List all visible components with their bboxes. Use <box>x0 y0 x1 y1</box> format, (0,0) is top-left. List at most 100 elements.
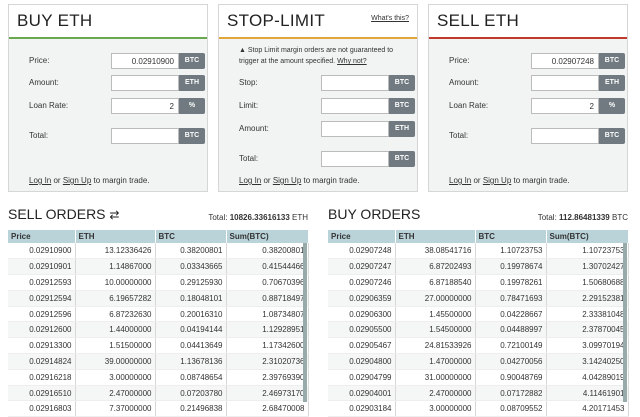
buy-signup-link[interactable]: Sign Up <box>63 176 91 185</box>
sell-loan-input[interactable]: 2 <box>531 98 599 114</box>
table-cell: 0.04228667 <box>475 306 547 323</box>
table-cell: 0.02905467 <box>328 337 396 355</box>
sell-orders-scrollbar[interactable] <box>303 243 307 402</box>
table-row[interactable]: 0.02906300 1.45500000 0.04228667 2.33381048 <box>328 306 629 323</box>
buy-price-input[interactable]: 0.02910900 <box>111 53 179 69</box>
table-row[interactable]: 0.02916510 2.47000000 0.07203780 2.46973170 <box>8 385 309 402</box>
table-row[interactable]: 0.02916803 7.37000000 0.21496838 2.68470008 <box>8 400 309 417</box>
stop-stop-unit: BTC <box>389 75 415 91</box>
sell-signup-link[interactable]: Sign Up <box>483 176 511 185</box>
table-cell: 24.81533926 <box>395 337 476 355</box>
buy-price-row: Price: 0.02910900 BTC <box>29 53 207 69</box>
buy-loan-input[interactable]: 2 <box>111 98 179 114</box>
table-cell: 0.07203780 <box>155 385 227 402</box>
table-row[interactable]: 0.02910900 13.12336426 0.38200801 0.3820080… <box>8 243 309 260</box>
buy-total-unit: BTC <box>179 128 205 144</box>
table-cell: 6.87202493 <box>395 258 476 276</box>
table-cell: 0.02906359 <box>328 290 396 307</box>
table-cell: 0.02910900 <box>8 243 76 260</box>
col-btc: BTC <box>155 230 227 243</box>
sell-total-input[interactable] <box>531 128 599 144</box>
table-cell: 2.29152381 <box>546 290 629 307</box>
table-cell: 1.08734807 <box>226 306 309 323</box>
table-row[interactable]: 0.02912594 6.19657282 0.18048101 0.88718497 <box>8 290 309 307</box>
table-cell: 1.10723753 <box>475 243 547 260</box>
swap-icon[interactable]: ⇄ <box>109 208 119 222</box>
buy-or-text: or <box>51 176 63 185</box>
table-row[interactable]: 0.02916218 3.00000000 0.08748654 2.39769390 <box>8 369 309 386</box>
stop-limit-row: Limit: BTC <box>239 98 417 114</box>
whats-this-link[interactable]: What's this? <box>371 15 409 22</box>
stop-login-link[interactable]: Log In <box>239 176 261 185</box>
table-cell: 13.12336426 <box>75 243 156 260</box>
buy-orders-title: BUY ORDERS <box>328 206 421 222</box>
sell-suffix-text: to margin trade. <box>511 176 570 185</box>
stop-or-text: or <box>261 176 273 185</box>
table-cell: 0.02906300 <box>328 306 396 323</box>
table-cell: 0.04270056 <box>475 353 547 370</box>
sell-or-text: or <box>471 176 483 185</box>
table-cell: 38.08541716 <box>395 243 476 260</box>
sell-amount-input[interactable] <box>531 75 599 91</box>
buy-loan-unit: % <box>179 98 205 114</box>
table-cell: 0.03343665 <box>155 258 227 276</box>
table-cell: 0.19978261 <box>475 274 547 291</box>
buy-amount-label: Amount: <box>29 78 59 87</box>
sell-title: SELL ETH <box>437 11 520 30</box>
table-cell: 0.90048769 <box>475 369 547 386</box>
table-cell: 31.00000000 <box>395 369 476 386</box>
table-cell: 0.02916510 <box>8 385 76 402</box>
table-cell: 0.02910901 <box>8 258 76 276</box>
stop-total-input[interactable] <box>321 151 389 167</box>
table-row[interactable]: 0.02907247 6.87202493 0.19978674 1.30702427 <box>328 258 629 276</box>
buy-orders-table: Price ETH BTC Sum(BTC) 0.02907248 38.0854… <box>328 230 629 417</box>
buy-loan-label: Loan Rate: <box>29 101 69 110</box>
buy-orders-scrollbar[interactable] <box>623 243 627 402</box>
buy-login-link[interactable]: Log In <box>29 176 51 185</box>
table-row[interactable]: 0.02907248 38.08541716 1.10723753 1.1072375… <box>328 243 629 260</box>
buy-amount-input[interactable] <box>111 75 179 91</box>
buy-total-row: Total: BTC <box>29 128 207 144</box>
table-cell: 3.00000000 <box>75 369 156 386</box>
col-price: Price <box>328 230 396 243</box>
sell-login-note: Log In or Sign Up to margin trade. <box>449 176 570 185</box>
sell-form: Price: 0.02907248 BTC Amount: ETH Loan R… <box>429 39 627 191</box>
table-row[interactable]: 0.02905500 1.54500000 0.04488997 2.37870045 <box>328 321 629 339</box>
buy-price-unit: BTC <box>179 53 205 69</box>
col-sum: Sum(BTC) <box>546 230 629 243</box>
table-cell: 0.41544466 <box>226 258 309 276</box>
table-row[interactable]: 0.02912593 10.00000000 0.29125930 0.7067039… <box>8 274 309 291</box>
table-row[interactable]: 0.02912596 6.87232630 0.20016310 1.08734807 <box>8 306 309 323</box>
table-row[interactable]: 0.02907246 6.87188540 0.19978261 1.50680688 <box>328 274 629 291</box>
table-row[interactable]: 0.02905467 24.81533926 0.72100149 3.0997019… <box>328 337 629 355</box>
stop-total-row: Total: BTC <box>239 151 417 167</box>
table-cell: 0.29125930 <box>155 274 227 291</box>
buy-total-input[interactable] <box>111 128 179 144</box>
table-row[interactable]: 0.02906359 27.00000000 0.78471693 2.2915238… <box>328 290 629 307</box>
stop-stop-input[interactable] <box>321 75 389 91</box>
table-row[interactable]: 0.02913300 1.51500000 0.04413649 1.17342600 <box>8 337 309 355</box>
buy-suffix-text: to margin trade. <box>91 176 150 185</box>
table-row[interactable]: 0.02912600 1.44000000 0.04194144 1.12928951 <box>8 321 309 339</box>
buy-amount-row: Amount: ETH <box>29 75 207 91</box>
table-cell: 0.38200801 <box>226 243 309 260</box>
stop-amount-input[interactable] <box>321 121 389 137</box>
table-cell: 1.12928951 <box>226 321 309 339</box>
stop-limit-input[interactable] <box>321 98 389 114</box>
table-cell: 2.47000000 <box>395 385 476 402</box>
table-row[interactable]: 0.02904800 1.47000000 0.04270056 3.14240250 <box>328 353 629 370</box>
sell-price-input[interactable]: 0.02907248 <box>531 53 599 69</box>
table-cell: 0.04413649 <box>155 337 227 355</box>
col-btc: BTC <box>475 230 547 243</box>
table-row[interactable]: 0.02903184 3.00000000 0.08709552 4.20171453 <box>328 400 629 417</box>
why-not-link[interactable]: Why not? <box>337 58 367 65</box>
sell-login-link[interactable]: Log In <box>449 176 471 185</box>
table-row[interactable]: 0.02904001 2.47000000 0.07172882 4.11461901 <box>328 385 629 402</box>
table-row[interactable]: 0.02904799 31.00000000 0.90048769 4.0428901… <box>328 369 629 386</box>
table-cell: 0.88718497 <box>226 290 309 307</box>
table-row[interactable]: 0.02910901 1.14867000 0.03343665 0.41544466 <box>8 258 309 276</box>
table-cell: 0.02907247 <box>328 258 396 276</box>
table-cell: 0.02905500 <box>328 321 396 339</box>
stop-signup-link[interactable]: Sign Up <box>273 176 301 185</box>
table-row[interactable]: 0.02914824 39.00000000 1.13678136 2.3102073… <box>8 353 309 370</box>
